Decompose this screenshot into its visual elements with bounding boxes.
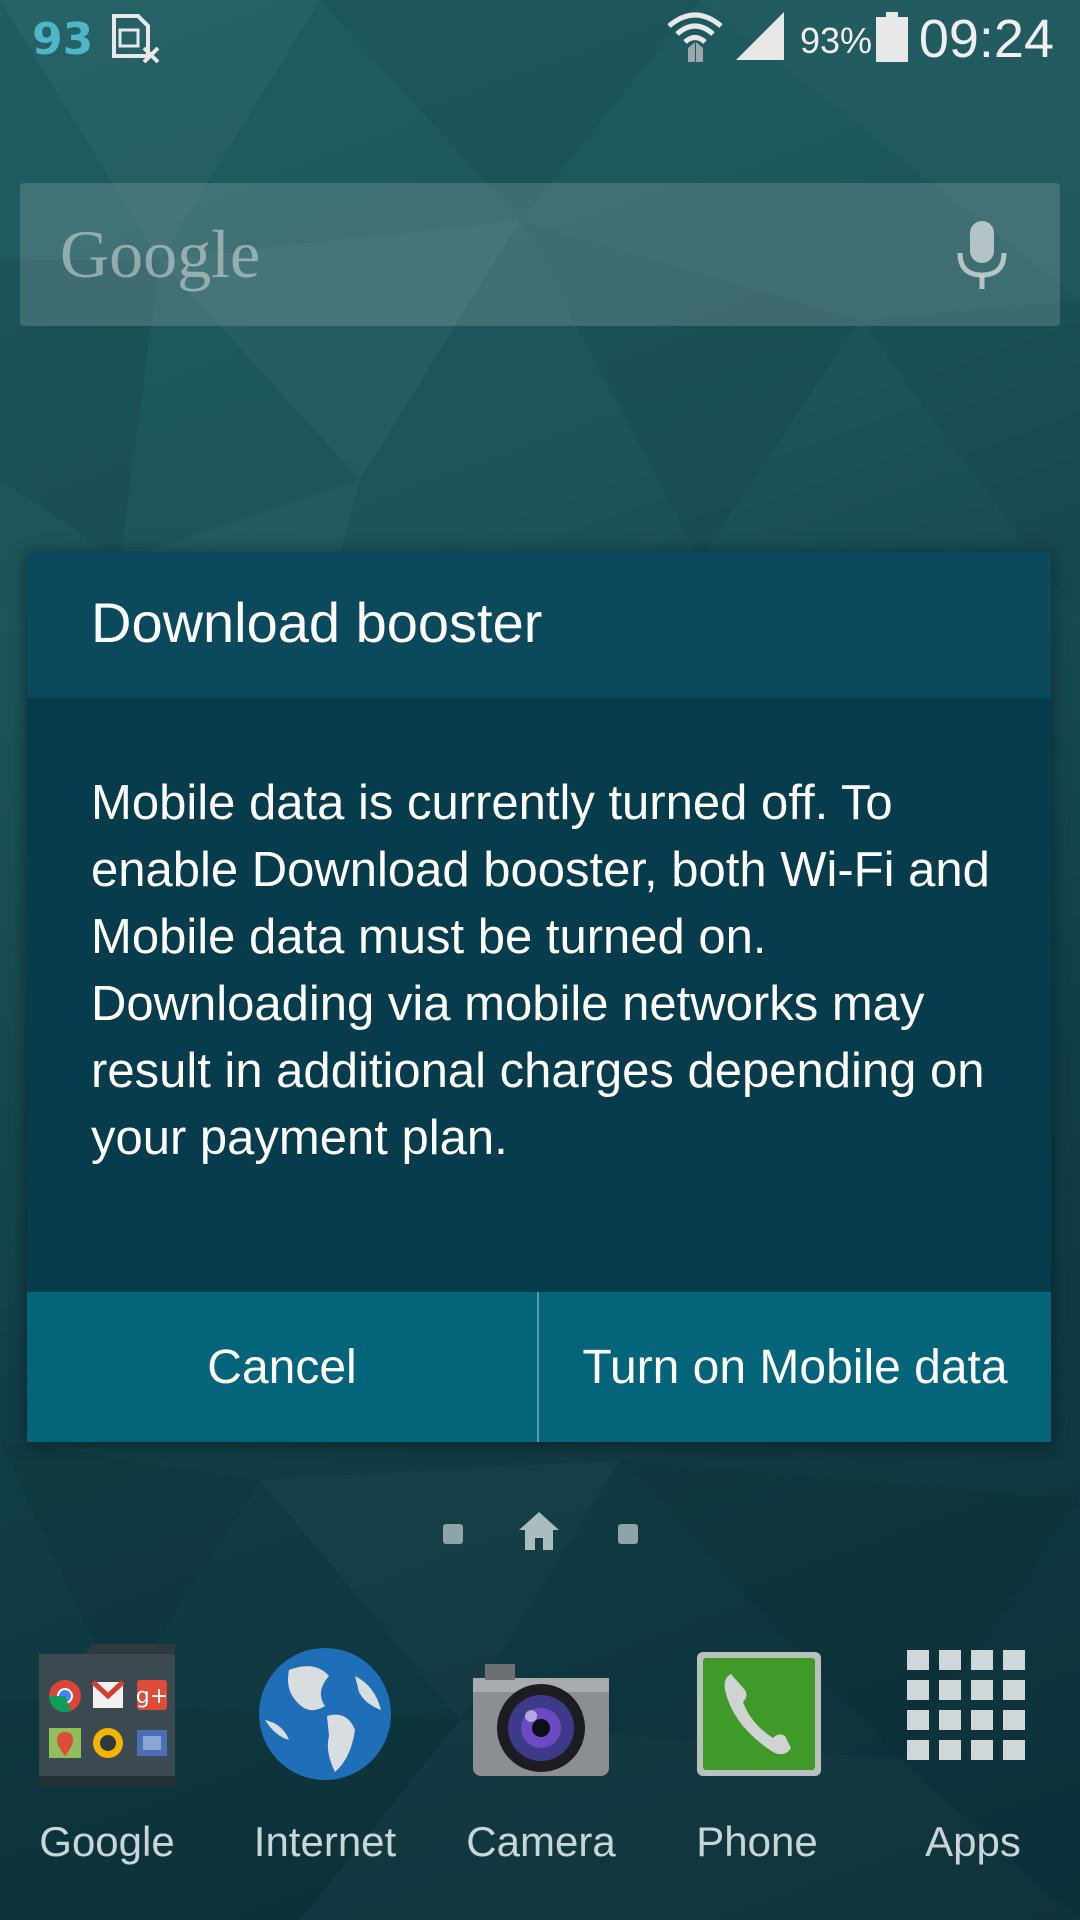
dialog-header: Download booster: [27, 552, 1051, 698]
home-screen: 93 93% 09:24 Google Download booster Mob…: [0, 0, 1080, 1920]
google-search-bar[interactable]: Google: [20, 183, 1060, 326]
dock-label: Google: [39, 1818, 175, 1865]
dock-label: Phone: [696, 1818, 818, 1865]
google-folder-icon: g+: [39, 1644, 175, 1786]
camera-icon: [473, 1664, 609, 1776]
page-dot[interactable]: [443, 1524, 463, 1544]
dialog-title: Download booster: [91, 591, 543, 654]
wifi-icon: [667, 12, 723, 62]
page-dot[interactable]: [618, 1524, 638, 1544]
sim-card-missing-icon: [112, 14, 160, 64]
battery-icon: [876, 12, 908, 62]
notification-count: 93: [32, 14, 94, 65]
dock-label: Internet: [253, 1818, 397, 1865]
dialog-message: Mobile data is currently turned off. To …: [91, 776, 990, 1165]
mic-icon[interactable]: [952, 219, 1012, 295]
download-booster-dialog: Download booster Mobile data is currentl…: [27, 552, 1051, 1442]
turn-on-mobile-data-button[interactable]: Turn on Mobile data: [539, 1292, 1051, 1442]
cancel-button[interactable]: Cancel: [27, 1292, 537, 1442]
dock-label: Camera: [466, 1818, 616, 1865]
home-icon[interactable]: [517, 1510, 561, 1554]
svg-text:g+: g+: [136, 1684, 168, 1709]
globe-icon: [259, 1648, 391, 1780]
dialog-button-bar: Cancel Turn on Mobile data: [27, 1292, 1051, 1442]
status-bar: 93 93% 09:24: [0, 0, 1080, 76]
google-logo: Google: [60, 216, 261, 292]
dock-item-internet[interactable]: Internet: [225, 1640, 425, 1880]
phone-icon: [697, 1652, 821, 1776]
dock-item-google[interactable]: g+ Google: [7, 1640, 207, 1880]
dock-label: Apps: [925, 1818, 1021, 1865]
dock-item-phone[interactable]: Phone: [657, 1640, 857, 1880]
cellular-signal-icon: [736, 12, 784, 60]
status-clock: 09:24: [918, 9, 1054, 69]
dock-item-apps[interactable]: Apps: [873, 1640, 1073, 1880]
apps-grid-icon: [907, 1650, 1025, 1760]
dock-item-camera[interactable]: Camera: [441, 1640, 641, 1880]
battery-percent: 93%: [800, 20, 873, 61]
page-indicator: [430, 1500, 650, 1566]
